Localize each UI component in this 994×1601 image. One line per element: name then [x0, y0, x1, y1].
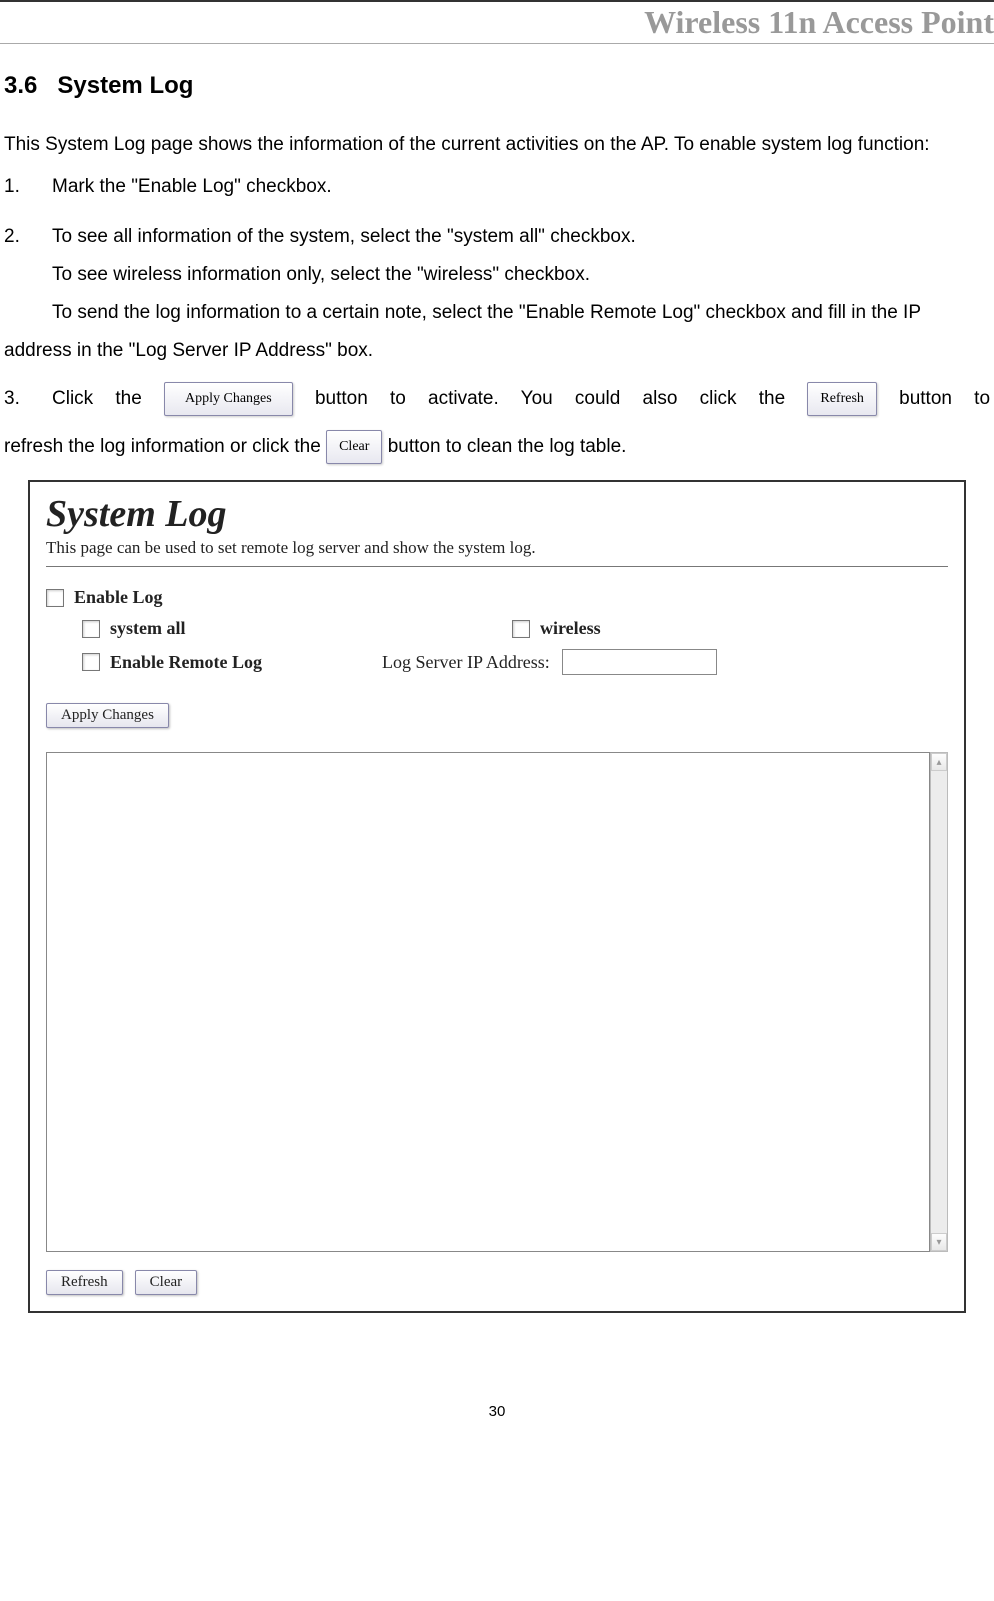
- step-2-text: To see all information of the system, se…: [52, 218, 990, 256]
- apply-changes-inline-button: Apply Changes: [164, 382, 293, 416]
- step-3a: Click the: [52, 388, 164, 409]
- clear-button[interactable]: Clear: [135, 1270, 197, 1295]
- step-2c-text: To send the log information to a certain…: [4, 294, 990, 370]
- step-2: 2. To see all information of the system,…: [4, 218, 990, 256]
- step-2-num: 2.: [4, 218, 52, 256]
- page-number: 30: [4, 1403, 990, 1420]
- system-all-checkbox[interactable]: [82, 620, 100, 638]
- wireless-checkbox[interactable]: [512, 620, 530, 638]
- step-3b: button to activate. You could also click…: [315, 388, 807, 409]
- scroll-down-icon[interactable]: ▾: [931, 1233, 947, 1251]
- step-1: 1. Mark the "Enable Log" checkbox.: [4, 168, 990, 206]
- enable-log-checkbox[interactable]: [46, 589, 64, 607]
- remote-log-row: Enable Remote Log Log Server IP Address:: [46, 649, 948, 685]
- system-all-option: system all: [82, 618, 512, 639]
- ss-desc: This page can be used to set remote log …: [46, 538, 948, 558]
- section-title: System Log: [57, 72, 193, 99]
- log-server-ip-input[interactable]: [562, 649, 717, 675]
- enable-remote-option: Enable Remote Log: [82, 649, 382, 675]
- step-3c: button to: [899, 388, 990, 409]
- step-2b-text: To see wireless information only, select…: [4, 256, 990, 294]
- log-server-label: Log Server IP Address:: [382, 652, 550, 673]
- enable-log-label: Enable Log: [74, 587, 163, 608]
- enable-remote-label: Enable Remote Log: [110, 652, 262, 673]
- log-area-wrap: ▴ ▾: [46, 752, 948, 1252]
- wireless-option: wireless: [512, 618, 948, 639]
- enable-remote-checkbox[interactable]: [82, 653, 100, 671]
- scroll-up-icon[interactable]: ▴: [931, 753, 947, 771]
- log-textarea[interactable]: [46, 752, 930, 1252]
- section-number: 3.6: [4, 72, 37, 99]
- step-3-line2: refresh the log information or click the…: [4, 428, 990, 466]
- page-header: Wireless 11n Access Point: [0, 0, 994, 44]
- log-server-group: Log Server IP Address:: [382, 649, 717, 675]
- bottom-buttons: Refresh Clear: [46, 1270, 948, 1295]
- step-1-num: 1.: [4, 168, 52, 206]
- systemall-wireless-row: system all wireless: [46, 618, 948, 649]
- step-3-num: 3.: [4, 380, 52, 418]
- step-3e: button to clean the log table.: [388, 436, 627, 457]
- system-all-label: system all: [110, 618, 186, 639]
- refresh-button[interactable]: Refresh: [46, 1270, 123, 1295]
- step-3-content: Click the Apply Changes button to activa…: [52, 380, 990, 418]
- system-log-screenshot: System Log This page can be used to set …: [28, 480, 966, 1313]
- wireless-label: wireless: [540, 618, 601, 639]
- step-1-text: Mark the "Enable Log" checkbox.: [52, 168, 990, 206]
- ss-title: System Log: [46, 492, 948, 536]
- ss-divider: [46, 566, 948, 567]
- section-heading: 3.6 System Log: [4, 72, 990, 100]
- refresh-inline-button: Refresh: [807, 382, 877, 416]
- header-title: Wireless 11n Access Point: [644, 4, 994, 40]
- intro-text: This System Log page shows the informati…: [4, 126, 990, 164]
- step-3d: refresh the log information or click the: [4, 436, 326, 457]
- log-scrollbar[interactable]: ▴ ▾: [930, 752, 948, 1252]
- clear-inline-button: Clear: [326, 430, 382, 464]
- step-3-line1: 3. Click the Apply Changes button to act…: [4, 380, 990, 418]
- apply-changes-button[interactable]: Apply Changes: [46, 703, 169, 728]
- apply-changes-row: Apply Changes: [46, 685, 948, 728]
- enable-log-row: Enable Log: [46, 587, 948, 608]
